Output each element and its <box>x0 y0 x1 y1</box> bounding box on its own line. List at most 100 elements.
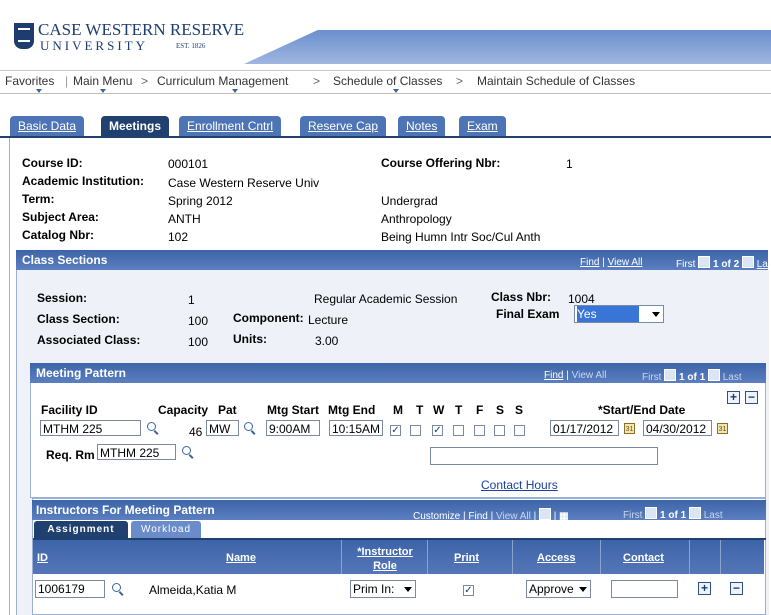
day-checkbox-fri[interactable] <box>474 425 485 436</box>
column-header-contact[interactable]: Contact <box>623 552 664 564</box>
add-row-icon[interactable]: + <box>698 582 711 595</box>
day-label-sun: S <box>515 403 524 417</box>
dropdown-arrow-icon <box>404 587 412 592</box>
last-link: Last <box>703 510 723 521</box>
instructor-name: Almeida,Katia M <box>149 583 237 597</box>
find-link[interactable]: Find <box>580 257 599 268</box>
calendar-icon[interactable]: 31 <box>624 423 635 434</box>
contact-input[interactable] <box>611 580 678 598</box>
first-link[interactable]: First <box>676 259 695 270</box>
tab-notes[interactable]: Notes <box>398 116 446 136</box>
nav-main-menu[interactable]: Main Menu <box>73 74 132 88</box>
dropdown-arrow-icon <box>579 587 587 592</box>
class-section-value: 100 <box>188 314 209 328</box>
day-checkbox-sat[interactable] <box>494 425 505 436</box>
tab-exam[interactable]: Exam <box>459 116 506 136</box>
find-link[interactable]: Find <box>544 370 563 381</box>
lookup-icon[interactable] <box>111 582 125 596</box>
university-shield-icon <box>14 23 34 49</box>
add-row-icon[interactable]: + <box>727 391 740 404</box>
day-checkbox-sun[interactable] <box>514 425 525 436</box>
mtg-end-input[interactable]: 10:15AM <box>329 420 383 436</box>
start-date-input[interactable]: 01/17/2012 <box>550 420 619 436</box>
meeting-pattern-count: 1 of 1 <box>679 372 706 383</box>
class-nbr-value: 1004 <box>568 292 595 306</box>
print-checkbox[interactable]: ✓ <box>463 585 474 596</box>
lookup-icon[interactable] <box>146 421 160 435</box>
lookup-icon[interactable] <box>181 445 195 459</box>
facility-id-label: Facility ID <box>41 403 98 417</box>
last-link: Last <box>722 372 742 383</box>
day-checkbox-thu[interactable] <box>453 425 464 436</box>
class-sections-title: Class Sections <box>22 253 108 267</box>
logo-title: CASE WESTERN RESERVE <box>38 20 245 39</box>
start-end-date-label: *Start/End Date <box>598 403 686 417</box>
lookup-icon[interactable] <box>243 421 257 435</box>
capacity-label: Capacity <box>158 403 209 417</box>
dropdown-arrow-icon <box>652 312 660 317</box>
end-date-input[interactable]: 04/30/2012 <box>643 420 712 436</box>
nav-maintain-schedule[interactable]: Maintain Schedule of Classes <box>477 74 635 88</box>
career-value: Undergrad <box>381 194 438 208</box>
grid-icon[interactable]: ▦ <box>559 511 568 522</box>
contact-hours-link[interactable]: Contact Hours <box>481 478 558 492</box>
subject-label: Subject Area: <box>22 210 99 224</box>
tab-reserve-cap[interactable]: Reserve Cap <box>300 116 387 136</box>
view-all-link[interactable]: View All <box>608 257 643 268</box>
logo-subtitle: UNIVERSITY <box>40 38 148 53</box>
instructors-title: Instructors For Meeting Pattern <box>36 503 215 517</box>
tab-basic-data[interactable]: Basic Data <box>10 116 85 136</box>
day-checkbox-mon[interactable]: ✓ <box>390 425 401 436</box>
nav-curriculum-management[interactable]: Curriculum Management <box>157 74 288 88</box>
column-header-print[interactable]: Print <box>454 552 479 564</box>
mtg-end-label: Mtg End <box>328 403 376 417</box>
final-exam-select[interactable]: Yes <box>574 305 664 323</box>
customize-link[interactable]: Customize <box>413 511 460 522</box>
column-header-instructor-role[interactable]: *Instructor Role <box>345 545 425 573</box>
tab-meetings[interactable]: Meetings <box>101 116 170 136</box>
term-label: Term: <box>22 192 55 206</box>
delete-row-icon[interactable]: − <box>730 582 743 595</box>
column-header-access[interactable]: Access <box>537 552 576 564</box>
previous-arrow-icon[interactable] <box>698 256 711 268</box>
last-link[interactable]: Last <box>757 259 771 270</box>
day-checkbox-tue[interactable] <box>410 425 421 436</box>
facility-id-input[interactable]: MTHM 225 <box>40 420 141 436</box>
day-checkbox-wed[interactable]: ✓ <box>432 425 443 436</box>
column-header-name[interactable]: Name <box>226 552 256 564</box>
subtab-assignment[interactable]: Assignment <box>34 521 128 538</box>
req-room-input[interactable]: MTHM 225 <box>97 444 176 460</box>
req-room-label: Req. Rm <box>46 448 95 462</box>
day-label-tue: T <box>416 403 424 417</box>
capacity-value: 46 <box>189 425 203 439</box>
nav-schedule-of-classes[interactable]: Schedule of Classes <box>333 74 442 88</box>
find-link[interactable]: Find <box>468 511 487 522</box>
units-label: Units: <box>233 332 267 346</box>
previous-arrow-icon <box>664 369 677 381</box>
next-arrow-icon[interactable] <box>741 256 754 268</box>
calendar-icon[interactable]: 31 <box>717 423 728 434</box>
day-label-wed: W <box>433 403 445 417</box>
associated-class-value: 100 <box>188 335 209 349</box>
next-arrow-icon <box>688 507 701 519</box>
first-link: First <box>642 372 662 383</box>
units-value: 3.00 <box>315 334 339 348</box>
room-description-field[interactable] <box>430 447 658 465</box>
pattern-input[interactable]: MW <box>206 420 239 436</box>
class-section-label: Class Section: <box>37 312 120 326</box>
instructor-id-input[interactable]: 1006179 <box>35 580 105 598</box>
meeting-pattern-title: Meeting Pattern <box>36 366 127 380</box>
delete-row-icon[interactable]: − <box>745 391 758 404</box>
tab-enrollment-cntrl[interactable]: Enrollment Cntrl <box>179 116 282 136</box>
access-select[interactable]: Approve <box>526 580 591 598</box>
subtab-workload[interactable]: Workload <box>131 521 201 538</box>
column-header-id[interactable]: ID <box>37 552 48 564</box>
mtg-start-label: Mtg Start <box>267 403 319 417</box>
component-value: Lecture <box>308 313 349 327</box>
logo-established: EST. 1826 <box>176 42 206 50</box>
nav-favorites[interactable]: Favorites <box>5 74 54 88</box>
instructor-role-select[interactable]: Prim In: <box>350 580 416 598</box>
download-grid-icon[interactable] <box>539 508 552 520</box>
mtg-start-input[interactable]: 9:00AM <box>266 420 320 436</box>
course-id-value: 000101 <box>168 157 209 171</box>
